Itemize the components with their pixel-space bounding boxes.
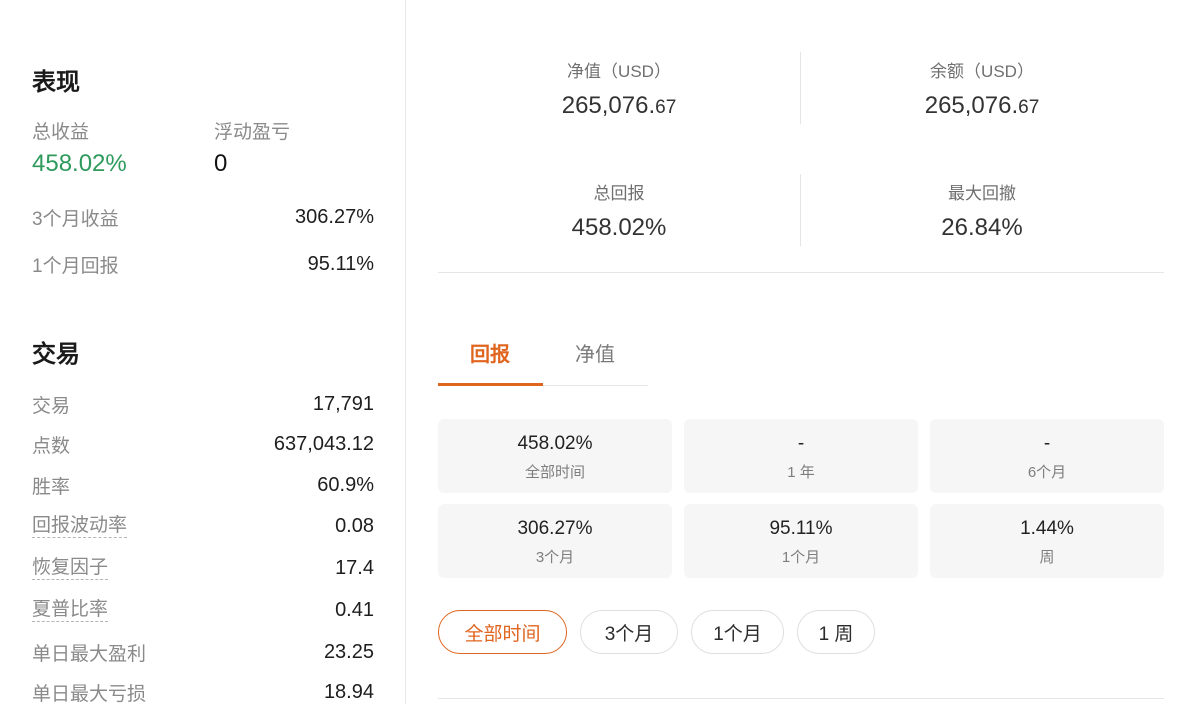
summary-divider: [438, 272, 1164, 273]
trading-row-label: 胜率: [32, 476, 71, 498]
stat-divider: [800, 52, 801, 124]
return-card-value: 306.27%: [517, 518, 593, 539]
trading-row-trades: 交易 17,791: [32, 389, 374, 419]
return-card-all-time: 458.02% 全部时间: [438, 419, 672, 493]
total-return-stat: 总回报 458.02%: [438, 179, 800, 242]
perf-row-1m: 1个月回报 95.11%: [32, 249, 374, 279]
left-panel: 表现 总收益 458.02% 浮动盈亏 0 3个月收益 306.27% 1个月回…: [0, 0, 406, 704]
max-drawdown-stat: 最大回撤 26.84%: [801, 179, 1163, 242]
performance-title: 表现: [32, 69, 80, 96]
stat-divider: [800, 174, 801, 246]
perf-row-value: 95.11%: [307, 252, 374, 275]
return-card-value: 95.11%: [769, 518, 833, 539]
tab-active-indicator: [438, 383, 543, 386]
trading-title: 交易: [32, 341, 80, 368]
perf-row-3m: 3个月收益 306.27%: [32, 202, 374, 232]
trading-row-value: 0.08: [335, 514, 374, 537]
return-card-value: -: [797, 433, 805, 454]
return-card-1m: 95.11% 1个月: [684, 504, 918, 578]
return-card-label: 6个月: [1027, 464, 1067, 481]
perf-row-label: 1个月回报: [32, 255, 119, 277]
trading-row-sharpe: 夏普比率 0.41: [32, 595, 374, 625]
return-card-value: 458.02%: [517, 433, 593, 454]
period-1m-button[interactable]: 1个月: [691, 610, 784, 654]
net-value-amount: 265,076.67: [561, 92, 677, 119]
return-card-6m: - 6个月: [930, 419, 1164, 493]
trading-row-value: 60.9%: [317, 473, 374, 496]
trading-row-volatility: 回报波动率 0.08: [32, 511, 374, 541]
perf-row-value: 306.27%: [295, 205, 374, 228]
period-1w-button[interactable]: 1 周: [797, 610, 875, 654]
balance-amount: 265,076.67: [924, 92, 1040, 119]
trading-row-points: 点数 637,043.12: [32, 429, 374, 459]
trading-row-value: 18.94: [323, 680, 374, 703]
return-card-label: 全部时间: [524, 464, 585, 481]
return-card-label: 1个月: [781, 549, 821, 566]
total-return-label: 总收益: [32, 122, 90, 143]
return-card-week: 1.44% 周: [930, 504, 1164, 578]
trading-row-max-loss: 单日最大亏损 18.94: [32, 677, 374, 704]
volatility-tooltip-label[interactable]: 回报波动率: [32, 514, 128, 539]
period-all-time-button[interactable]: 全部时间: [438, 610, 567, 654]
trading-row-max-profit: 单日最大盈利 23.25: [32, 637, 374, 667]
trading-row-label: 交易: [32, 395, 71, 417]
trading-row-label: 单日最大盈利: [32, 643, 147, 665]
trading-row-value: 0.41: [335, 598, 374, 621]
tab-returns[interactable]: 回报: [470, 338, 510, 367]
recovery-factor-tooltip-label[interactable]: 恢复因子: [32, 556, 109, 581]
total-return-stat-label: 总回报: [593, 184, 645, 203]
return-card-value: -: [1043, 433, 1051, 454]
trading-row-winrate: 胜率 60.9%: [32, 470, 374, 500]
period-3m-button[interactable]: 3个月: [580, 610, 678, 654]
trading-row-value: 637,043.12: [273, 432, 374, 455]
net-value-label: 净值（USD）: [567, 62, 671, 81]
net-value-stat: 净值（USD） 265,076.67: [438, 57, 800, 120]
balance-label: 余额（USD）: [930, 62, 1034, 81]
max-drawdown-label: 最大回撤: [948, 184, 1016, 203]
floating-pl-label: 浮动盈亏: [214, 122, 291, 143]
return-card-3m: 306.27% 3个月: [438, 504, 672, 578]
return-card-value: 1.44%: [1020, 518, 1074, 539]
total-return-value: 458.02%: [32, 150, 127, 177]
return-card-label: 3个月: [535, 549, 575, 566]
balance-stat: 余额（USD） 265,076.67: [801, 57, 1163, 120]
trading-row-label: 单日最大亏损: [32, 683, 147, 704]
trading-row-value: 17,791: [312, 392, 374, 415]
perf-row-label: 3个月收益: [32, 208, 119, 230]
sharpe-ratio-tooltip-label[interactable]: 夏普比率: [32, 598, 109, 623]
return-card-label: 周: [1039, 549, 1055, 566]
trading-row-label: 点数: [32, 435, 71, 457]
trading-row-value: 23.25: [323, 640, 374, 663]
tab-net-value[interactable]: 净值: [575, 338, 615, 367]
total-return-stat-value: 458.02%: [571, 214, 667, 241]
return-card-1y: - 1 年: [684, 419, 918, 493]
trading-row-value: 17.4: [335, 556, 374, 579]
trading-row-recovery: 恢复因子 17.4: [32, 553, 374, 583]
max-drawdown-value: 26.84%: [941, 214, 1023, 241]
bottom-divider: [438, 698, 1164, 699]
floating-pl-value: 0: [214, 150, 228, 177]
return-card-label: 1 年: [787, 464, 815, 481]
